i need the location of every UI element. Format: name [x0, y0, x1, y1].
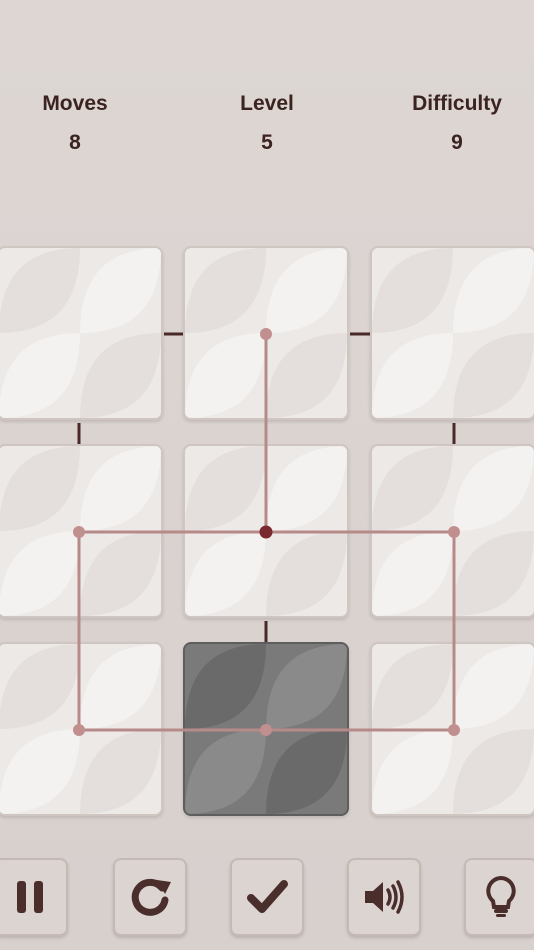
check-button[interactable]	[230, 858, 304, 936]
tile-pattern	[372, 644, 534, 814]
tile-r2-c1[interactable]	[183, 642, 349, 816]
tile-r0-c0[interactable]	[0, 246, 163, 420]
tile-r1-c1[interactable]	[183, 444, 349, 618]
tile-pattern	[185, 644, 347, 814]
tile-pattern	[185, 248, 347, 418]
tile-r0-c2[interactable]	[370, 246, 534, 420]
restart-icon	[131, 878, 171, 916]
hint-button[interactable]	[464, 858, 534, 936]
tile-pattern	[372, 446, 534, 616]
tile-pattern	[372, 248, 534, 418]
tile-pattern	[0, 644, 161, 814]
checkmark-icon	[247, 880, 288, 913]
pause-button[interactable]	[0, 858, 68, 936]
tile-r0-c1[interactable]	[183, 246, 349, 420]
tile-r1-c2[interactable]	[370, 444, 534, 618]
sound-button[interactable]	[347, 858, 421, 936]
tile-r2-c2[interactable]	[370, 642, 534, 816]
tile-pattern	[0, 248, 161, 418]
speaker-icon	[365, 880, 404, 914]
tile-pattern	[0, 446, 161, 616]
lightbulb-icon	[486, 875, 516, 917]
tile-r1-c0[interactable]	[0, 444, 163, 618]
pause-icon	[17, 881, 43, 913]
tile-pattern	[185, 446, 347, 616]
restart-button[interactable]	[113, 858, 187, 936]
tile-r2-c0[interactable]	[0, 642, 163, 816]
game-board	[0, 0, 534, 950]
